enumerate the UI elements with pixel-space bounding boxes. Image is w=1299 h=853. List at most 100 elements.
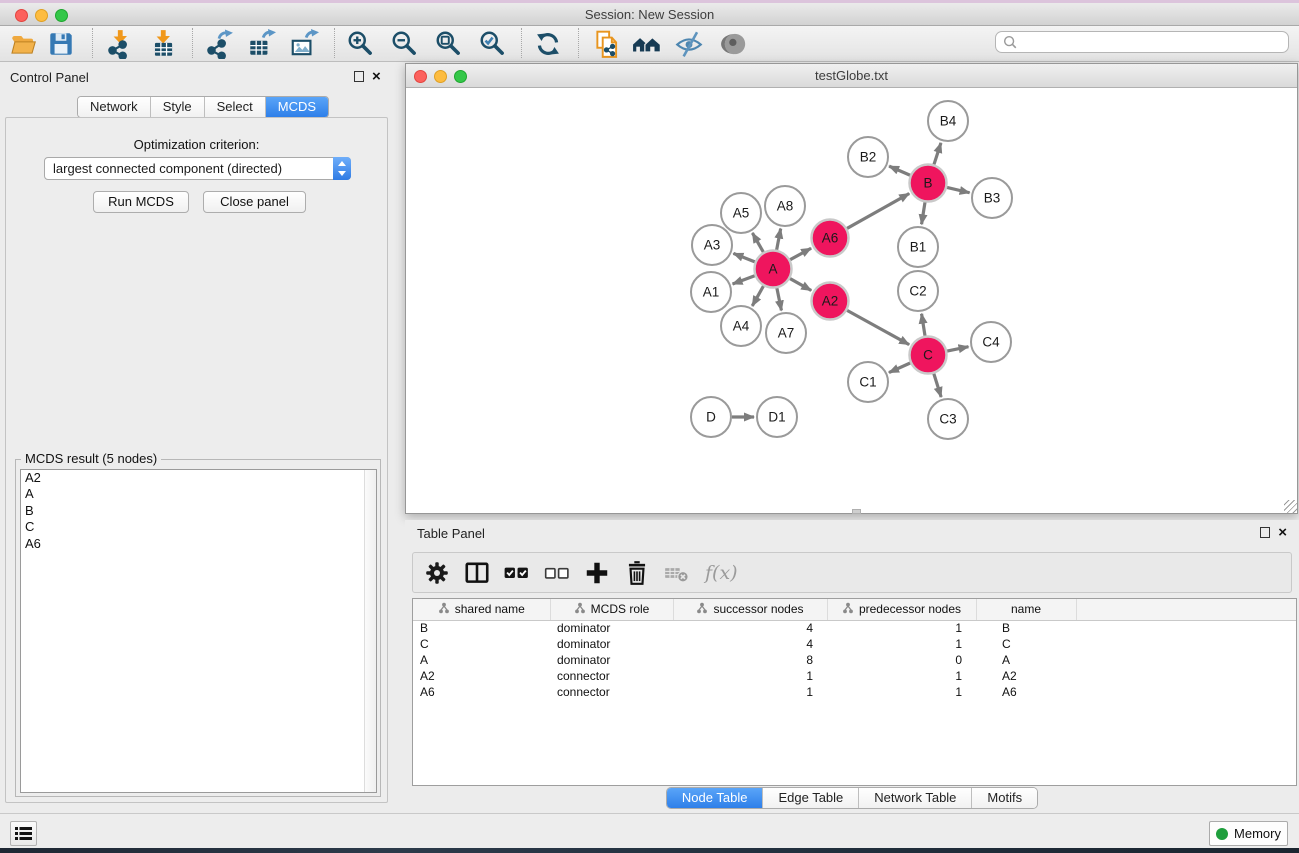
gear-icon[interactable] <box>423 559 451 587</box>
tab-network[interactable]: Network <box>78 97 151 117</box>
tab-motifs[interactable]: Motifs <box>972 788 1037 808</box>
column-icon[interactable] <box>463 559 491 587</box>
table-cell[interactable]: 1 <box>827 684 976 700</box>
graph-edge-C-C2[interactable] <box>922 314 925 336</box>
graph-node-A2[interactable]: A2 <box>812 283 849 320</box>
open-folder-icon[interactable] <box>9 29 39 59</box>
network-canvas[interactable]: AA1A2A3A4A5A6A7A8BB1B2B3B4CC1C2C3C4DD1 <box>406 88 1297 513</box>
table-row[interactable]: Adominator80A <box>413 652 1296 668</box>
table-cell[interactable]: 1 <box>673 684 827 700</box>
column-header-predecessor-nodes[interactable]: predecessor nodes <box>827 599 976 620</box>
hide-view-icon[interactable] <box>674 29 704 59</box>
tab-mcds[interactable]: MCDS <box>266 97 328 117</box>
import-network-icon[interactable] <box>105 29 135 59</box>
export-image-icon[interactable] <box>289 29 319 59</box>
table-cell[interactable]: 1 <box>673 668 827 684</box>
column-header-name[interactable]: name <box>976 599 1076 620</box>
graph-node-D[interactable]: D <box>691 397 731 437</box>
run-mcds-button[interactable]: Run MCDS <box>93 191 189 213</box>
graph-node-C4[interactable]: C4 <box>971 322 1011 362</box>
table-cell[interactable]: A2 <box>976 668 1076 684</box>
select-all-icon[interactable] <box>503 559 531 587</box>
search-input[interactable] <box>1018 35 1288 49</box>
column-header-successor-nodes[interactable]: successor nodes <box>673 599 827 620</box>
graph-edge-B-B4[interactable] <box>934 143 941 165</box>
table-cell[interactable]: 1 <box>827 620 976 636</box>
graph-edge-A6-B[interactable] <box>847 194 909 229</box>
table-row[interactable]: A6connector11A6 <box>413 684 1296 700</box>
graph-node-A5[interactable]: A5 <box>721 193 761 233</box>
graph-node-B4[interactable]: B4 <box>928 101 968 141</box>
clone-network-icon[interactable] <box>592 29 622 59</box>
tab-network-table[interactable]: Network Table <box>859 788 972 808</box>
graph-node-C[interactable]: C <box>910 337 947 374</box>
graph-edge-B-B3[interactable] <box>947 187 970 192</box>
resize-grip-corner[interactable] <box>1284 500 1297 513</box>
memory-button[interactable]: Memory <box>1209 821 1288 846</box>
graph-edge-C-C3[interactable] <box>934 374 941 397</box>
close-panel-icon[interactable]: × <box>372 71 381 82</box>
scrollbar[interactable] <box>364 470 376 792</box>
tab-edge-table[interactable]: Edge Table <box>763 788 859 808</box>
table-cell[interactable]: A6 <box>976 684 1076 700</box>
table-cell[interactable]: connector <box>550 684 673 700</box>
graph-node-B1[interactable]: B1 <box>898 227 938 267</box>
graph-node-B3[interactable]: B3 <box>972 178 1012 218</box>
table-cell[interactable]: dominator <box>550 652 673 668</box>
graph-edge-A-A3[interactable] <box>733 253 754 261</box>
table-cell[interactable]: 1 <box>827 636 976 652</box>
graph-edge-A2-C[interactable] <box>847 310 909 344</box>
export-table-icon[interactable] <box>246 29 276 59</box>
graph-edge-C-C1[interactable] <box>889 363 910 373</box>
import-table-icon[interactable] <box>148 29 178 59</box>
graph-node-A1[interactable]: A1 <box>691 272 731 312</box>
graph-edge-A-A6[interactable] <box>790 248 811 259</box>
column-header-MCDS-role[interactable]: MCDS role <box>550 599 673 620</box>
save-icon[interactable] <box>46 29 76 59</box>
zoom-selected-icon[interactable] <box>478 29 508 59</box>
mcds-result-item[interactable]: A2 <box>21 470 376 486</box>
column-header-shared-name[interactable]: shared name <box>413 599 550 620</box>
tab-style[interactable]: Style <box>151 97 205 117</box>
table-cell[interactable]: C <box>976 636 1076 652</box>
mcds-result-item[interactable]: A <box>21 486 376 502</box>
graph-edge-A-A8[interactable] <box>777 229 781 250</box>
graph-node-A8[interactable]: A8 <box>765 186 805 226</box>
zoom-fit-icon[interactable] <box>434 29 464 59</box>
float-panel-icon[interactable] <box>1260 527 1270 538</box>
tab-node-table[interactable]: Node Table <box>667 788 764 808</box>
graph-edge-B-B2[interactable] <box>889 166 910 175</box>
graph-edge-A-A4[interactable] <box>752 286 763 306</box>
mcds-result-item[interactable]: A6 <box>21 536 376 552</box>
graph-node-B[interactable]: B <box>910 165 947 202</box>
graph-node-C1[interactable]: C1 <box>848 362 888 402</box>
add-column-icon[interactable] <box>583 559 611 587</box>
table-row[interactable]: Cdominator41C <box>413 636 1296 652</box>
table-cell[interactable]: dominator <box>550 620 673 636</box>
deselect-all-icon[interactable] <box>543 559 571 587</box>
table-cell[interactable]: 8 <box>673 652 827 668</box>
graph-node-A3[interactable]: A3 <box>692 225 732 265</box>
graph-node-D1[interactable]: D1 <box>757 397 797 437</box>
float-panel-icon[interactable] <box>354 71 364 82</box>
graph-edge-B-B1[interactable] <box>922 202 925 224</box>
graph-node-B2[interactable]: B2 <box>848 137 888 177</box>
table-cell[interactable]: 4 <box>673 636 827 652</box>
table-cell[interactable]: B <box>976 620 1076 636</box>
graph-node-A[interactable]: A <box>755 251 792 288</box>
show-all-views-icon[interactable] <box>632 29 662 59</box>
graph-edge-A-A5[interactable] <box>752 233 763 252</box>
mcds-result-item[interactable]: C <box>21 519 376 535</box>
table-cell[interactable]: B <box>413 620 550 636</box>
table-cell[interactable]: dominator <box>550 636 673 652</box>
close-panel-icon[interactable]: × <box>1278 527 1287 538</box>
resize-grip-bottom[interactable] <box>852 509 861 514</box>
table-cell[interactable]: 0 <box>827 652 976 668</box>
export-network-icon[interactable] <box>204 29 234 59</box>
optimization-dropdown[interactable]: largest connected component (directed) <box>44 157 351 180</box>
graph-edge-A-A1[interactable] <box>733 276 755 284</box>
refresh-layout-icon[interactable] <box>533 29 563 59</box>
graph-node-C2[interactable]: C2 <box>898 271 938 311</box>
delete-column-icon[interactable] <box>623 559 651 587</box>
table-cell[interactable]: 1 <box>827 668 976 684</box>
